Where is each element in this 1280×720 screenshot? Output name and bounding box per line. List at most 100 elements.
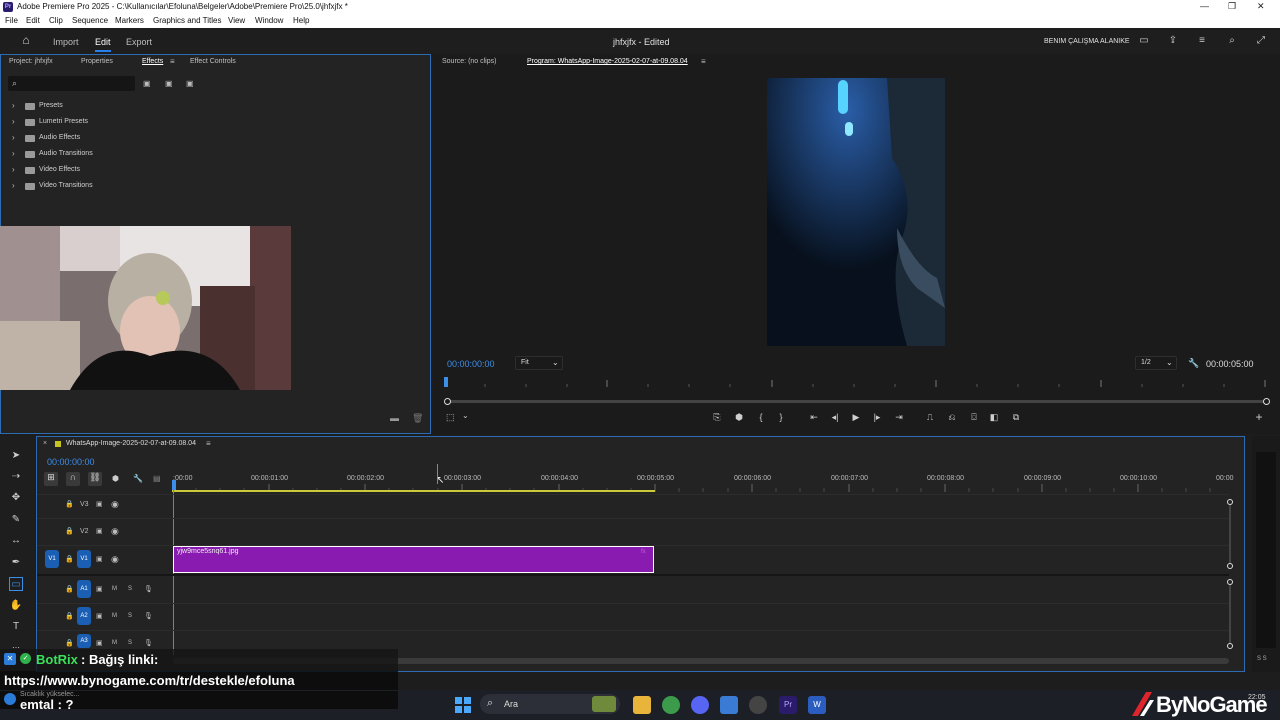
fullscreen-icon[interactable]: ⤢ [1255,35,1267,47]
nest-icon[interactable]: ⊞ [44,472,58,486]
linked-selection-icon[interactable]: ⛓ [88,472,102,486]
video-scroll-bottom[interactable] [1227,563,1233,569]
tab-effects[interactable]: Effects [142,58,163,65]
solo-button[interactable]: S [128,586,132,592]
playhead[interactable] [172,480,176,490]
rectangle-tool-icon[interactable]: ▭ [9,577,23,591]
comparison-view-icon[interactable]: ◧ [988,412,1000,423]
effects-search-input[interactable]: ⌕ [8,76,135,91]
32bit-effects-icon[interactable]: ▣ [165,79,173,88]
nav-export[interactable]: Export [126,37,152,47]
sync-lock-icon[interactable]: ▣ [96,555,103,563]
sync-lock-icon[interactable]: ▣ [96,612,103,620]
chrome-icon[interactable] [662,696,680,714]
menu-view[interactable]: View [228,16,245,25]
eye-icon[interactable]: ◉ [111,554,119,565]
type-tool-icon[interactable]: T [9,620,23,634]
program-zoom-scrollbar[interactable] [444,398,1270,405]
share-icon[interactable]: ⇪ [1167,35,1179,47]
nav-import[interactable]: Import [53,37,79,47]
mute-button[interactable]: M [112,586,117,592]
video-scrollbar[interactable] [1229,505,1231,563]
pen-tool-icon[interactable]: ✒ [9,556,23,570]
home-icon[interactable]: ⌂ [20,34,32,46]
premiere-taskbar-icon[interactable]: Pr [779,696,797,714]
wrench-icon[interactable]: 🔧 [1188,358,1199,369]
lock-icon[interactable]: 🔒 [65,585,74,593]
timeline-timecode[interactable]: 00:00:00:00 [47,457,95,467]
resolution-select[interactable]: 1/2 ⌄ [1135,356,1177,370]
source-patch-v1[interactable]: V1 [45,550,59,568]
microphone-icon[interactable]: 🎙 [144,639,153,647]
menu-window[interactable]: Window [255,16,283,25]
settings-wrench-icon[interactable]: 🔧 [133,474,143,483]
yuv-effects-icon[interactable]: ▣ [186,79,194,88]
button-editor-plus-icon[interactable]: + [1253,410,1265,424]
new-bin-icon[interactable]: ▬ [390,413,399,423]
tab-sequence[interactable]: WhatsApp-Image-2025-02-07-at-09.08.04 [66,440,196,447]
add-marker-icon[interactable]: ⬢ [733,412,745,423]
app-icon[interactable] [720,696,738,714]
menu-edit[interactable]: Edit [26,16,40,25]
close-sequence-icon[interactable]: × [43,440,47,447]
play-icon[interactable]: ▶ [850,412,862,423]
menu-sequence[interactable]: Sequence [72,16,108,25]
chevron-down-icon[interactable]: ⌄ [462,411,469,420]
mark-in-icon[interactable]: { [755,412,767,422]
minimize-icon[interactable]: — [1200,1,1209,11]
tab-properties[interactable]: Properties [81,58,113,65]
program-ruler[interactable] [444,377,1270,387]
eye-icon[interactable]: ◉ [111,526,119,537]
menu-help[interactable]: Help [293,16,309,25]
discord-icon[interactable] [691,696,709,714]
workspace-label[interactable]: BENIM ÇALIŞMA ALANIKE [1044,38,1130,45]
lift-icon[interactable]: ⎍ [924,412,936,423]
go-to-in-icon[interactable]: ⇤ [808,412,820,423]
tab-program[interactable]: Program: WhatsApp-Image-2025-02-07-at-09… [527,58,688,65]
extract-frame-icon[interactable]: ⎘ [711,412,723,423]
accelerated-effects-icon[interactable]: ▣ [143,79,151,88]
windows-start-icon[interactable] [454,696,472,714]
timeline-ruler-ticks[interactable] [172,484,1230,492]
extract-icon[interactable]: ⎌ [946,412,958,423]
program-timecode[interactable]: 00:00:00:00 [447,359,495,369]
safe-margins-icon[interactable]: ⬚ [446,412,455,423]
meter-solo-labels[interactable]: S S [1257,656,1267,662]
lock-icon[interactable]: 🔒 [65,612,74,620]
track-select-tool-icon[interactable]: ⇢ [9,470,23,484]
solo-button[interactable]: S [128,613,132,619]
lock-icon[interactable]: 🔒 [65,500,74,508]
menu-clip[interactable]: Clip [49,16,63,25]
selection-tool-icon[interactable]: ➤ [9,449,23,463]
snap-icon[interactable]: ∩ [66,472,80,486]
step-back-icon[interactable]: ◂| [829,412,841,423]
mute-button[interactable]: M [112,640,117,646]
solo-button[interactable]: S [128,640,132,646]
taskbar-search[interactable]: ⌕ Ara [480,694,620,714]
ripple-edit-tool-icon[interactable]: ✥ [9,491,23,505]
tab-effect-controls[interactable]: Effect Controls [190,58,236,65]
tab-project[interactable]: Project: jhfxjfx [9,58,53,65]
nav-edit[interactable]: Edit [95,37,111,52]
effects-menu-icon[interactable]: ≡ [170,57,175,66]
menu-markers[interactable]: Markers [115,16,144,25]
lock-icon[interactable]: 🔒 [65,639,74,647]
sync-lock-icon[interactable]: ▣ [96,527,103,535]
video-clip[interactable]: yjw9mce5snq61.jpg fx [173,546,654,573]
lock-icon[interactable]: 🔒 [65,527,74,535]
track-label-v1[interactable]: V1 [77,550,91,568]
trash-icon[interactable]: 🗑 [412,413,423,424]
track-label-a1[interactable]: A1 [77,580,91,598]
restore-icon[interactable]: ❐ [1228,1,1236,12]
track-label-a3[interactable]: A3 [77,634,91,648]
file-explorer-icon[interactable] [633,696,651,714]
audio-scrollbar[interactable] [1229,585,1231,643]
sync-lock-icon[interactable]: ▣ [96,585,103,593]
sequence-menu-icon[interactable]: ≡ [206,439,211,448]
word-icon[interactable]: W [808,696,826,714]
close-icon[interactable]: ✕ [1257,1,1265,12]
captions-icon[interactable]: ▤ [153,474,161,483]
mute-button[interactable]: M [112,613,117,619]
multi-cam-icon[interactable]: ⧉ [1010,412,1022,423]
razor-tool-icon[interactable]: ✎ [9,513,23,527]
